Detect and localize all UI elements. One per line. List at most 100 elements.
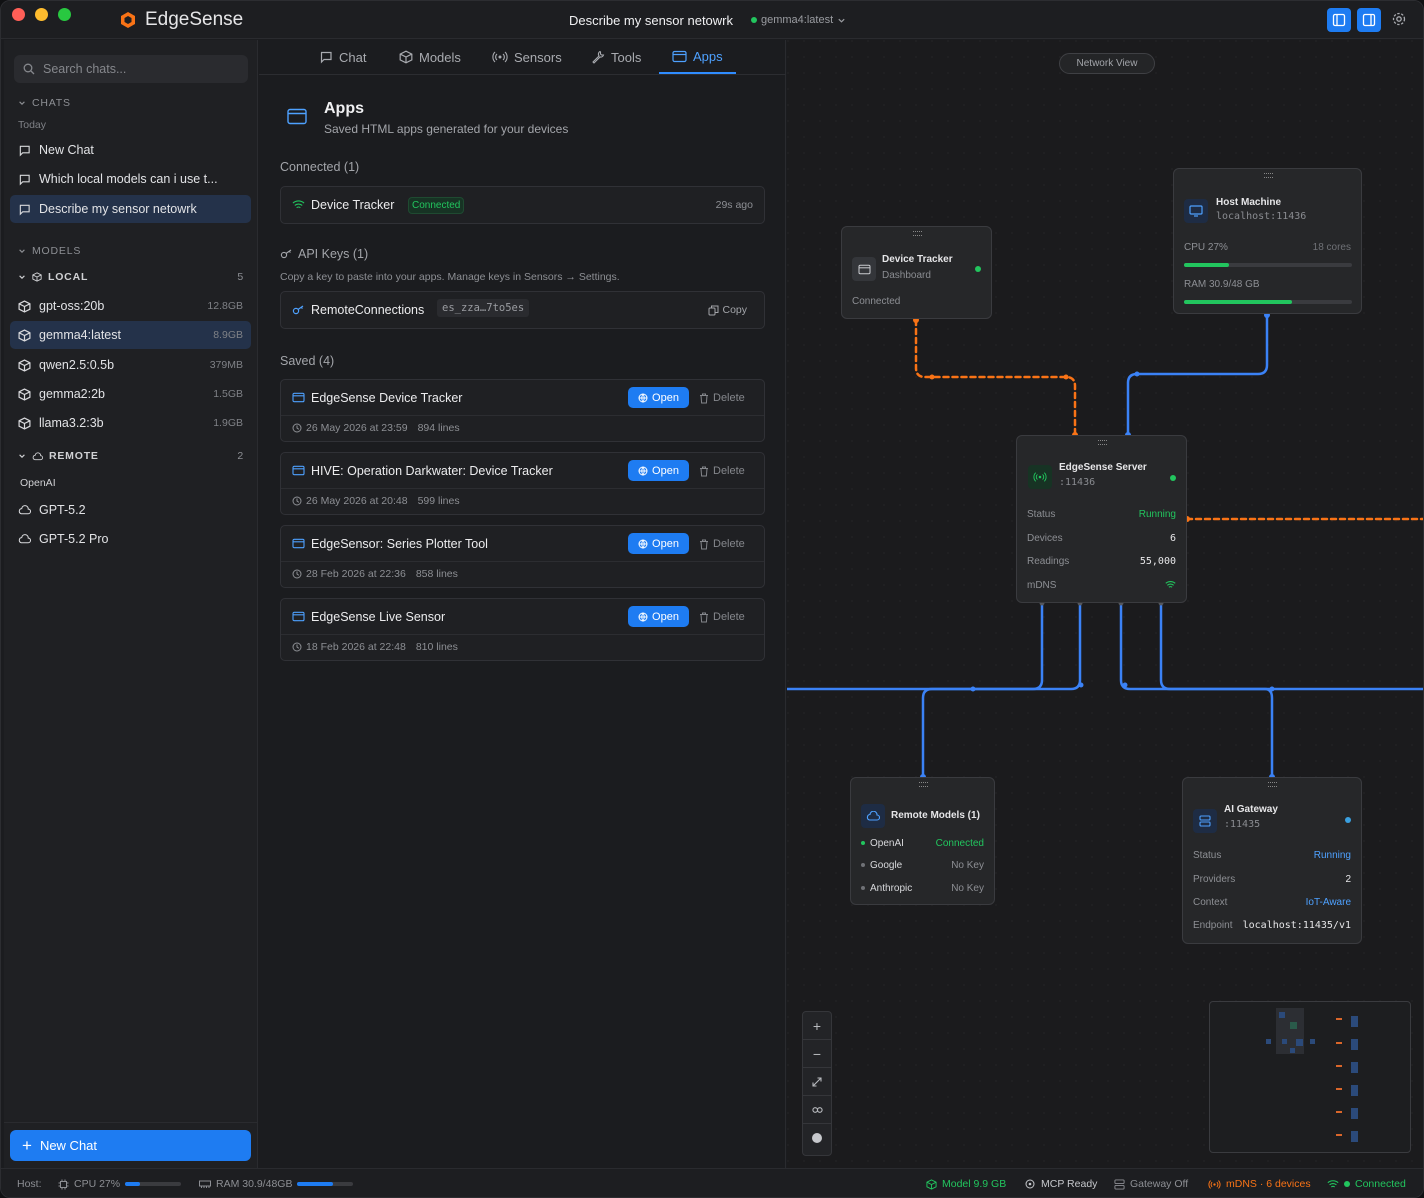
window-icon: [292, 538, 305, 549]
chat-bubble-icon: [19, 204, 30, 215]
tab-label: Sensors: [514, 49, 562, 65]
trash-icon: [700, 393, 708, 403]
cube-icon: [32, 272, 42, 282]
mdns-status[interactable]: mDNS · 6 devices: [1208, 1178, 1311, 1190]
drag-handle[interactable]: [1263, 173, 1273, 178]
network-canvas[interactable]: Network View Device Tracker Dashboard Co…: [787, 40, 1423, 1168]
gateway-status[interactable]: Gateway Off: [1114, 1178, 1188, 1190]
chevron-down-icon: [19, 275, 25, 279]
record-button[interactable]: [803, 1124, 831, 1152]
zoom-out-button[interactable]: −: [803, 1040, 831, 1068]
chat-bubble-icon: [19, 174, 30, 185]
drag-handle[interactable]: [918, 782, 928, 787]
chats-section-header[interactable]: CHATS: [18, 97, 71, 109]
delete-app-button[interactable]: Delete: [699, 538, 745, 550]
cpu-status-fill: [125, 1182, 141, 1186]
chat-item-selected[interactable]: Describe my sensor netowrk: [10, 195, 251, 223]
tab-tools[interactable]: Tools: [591, 40, 641, 74]
connected-section-label: Connected (1): [280, 160, 360, 174]
host-machine-node[interactable]: Host Machine localhost:11436 CPU 27% 18 …: [1173, 168, 1362, 314]
row-label: Providers: [1193, 874, 1236, 885]
new-chat-button[interactable]: + New Chat: [10, 1130, 251, 1161]
search-input[interactable]: Search chats...: [14, 55, 248, 83]
chat-item[interactable]: New Chat: [10, 136, 251, 164]
tab-models[interactable]: Models: [399, 40, 461, 74]
models-section-header[interactable]: MODELS: [18, 245, 81, 257]
local-model-item[interactable]: gemma4:latest 8.9GB: [10, 321, 251, 349]
model-status[interactable]: Model 9.9 GB: [926, 1178, 1006, 1190]
tab-sensors[interactable]: Sensors: [492, 40, 562, 74]
settings-button[interactable]: [1391, 11, 1407, 27]
tab-label: Chat: [339, 49, 367, 65]
ram-bar: [1184, 300, 1352, 304]
trash-icon: [700, 539, 708, 549]
toggle-left-panel-button[interactable]: [1327, 8, 1351, 32]
mcp-status[interactable]: MCP Ready: [1024, 1178, 1097, 1190]
saved-app-date: 26 May 2026 at 23:59: [306, 422, 408, 434]
saved-app-meta: 26 May 2026 at 23:59 894 lines: [292, 422, 460, 434]
drag-handle[interactable]: [1268, 782, 1277, 787]
chat-item-label: New Chat: [39, 143, 94, 157]
connection-status[interactable]: Connected: [1327, 1178, 1406, 1190]
link-button[interactable]: [803, 1096, 831, 1124]
chat-item[interactable]: Which local models can i use t...: [10, 165, 251, 193]
open-app-button[interactable]: Open: [628, 460, 689, 481]
chat-item-label: Describe my sensor netowrk: [39, 202, 197, 216]
copy-key-button[interactable]: Copy: [708, 304, 747, 316]
row-value: 6: [1169, 533, 1176, 544]
zoom-window-button[interactable]: [58, 8, 71, 21]
row-label: Context: [1193, 897, 1228, 908]
local-count: 5: [237, 271, 244, 283]
fit-view-button[interactable]: [803, 1068, 831, 1096]
window-icon: [672, 50, 687, 62]
model-name: gemma2:2b: [39, 387, 106, 401]
device-tracker-node[interactable]: Device Tracker Dashboard Connected: [841, 226, 992, 319]
drag-handle[interactable]: [912, 231, 922, 236]
open-app-button[interactable]: Open: [628, 387, 689, 408]
row-label: Endpoint: [1193, 920, 1233, 931]
cube-icon: [399, 50, 413, 64]
drag-handle[interactable]: [1097, 440, 1107, 445]
remote-model-item[interactable]: GPT-5.2: [10, 496, 251, 524]
broadcast-icon: [1208, 1179, 1221, 1189]
zoom-in-button[interactable]: +: [803, 1012, 831, 1040]
local-model-item[interactable]: qwen2.5:0.5b 379MB: [10, 351, 251, 379]
local-model-item[interactable]: llama3.2:3b 1.9GB: [10, 409, 251, 437]
delete-app-button[interactable]: Delete: [699, 465, 745, 477]
remote-models-node[interactable]: Remote Models (1) OpenAI Connected Google…: [850, 777, 995, 905]
title-bar: EdgeSense Describe my sensor netowrk gem…: [1, 1, 1423, 39]
provider-row: Google No Key: [861, 860, 984, 871]
ai-gateway-node[interactable]: AI Gateway :11435 Status Running Provider…: [1182, 777, 1362, 944]
tab-apps[interactable]: Apps: [659, 40, 736, 74]
local-model-item[interactable]: gemma2:2b 1.5GB: [10, 380, 251, 408]
provider-name: OpenAI: [870, 838, 904, 849]
open-app-button[interactable]: Open: [628, 533, 689, 554]
expand-icon: [812, 1076, 822, 1087]
model-selector[interactable]: gemma4:latest: [751, 14, 846, 26]
row-label: Status: [1027, 509, 1056, 520]
chat-title: Describe my sensor netowrk: [569, 13, 733, 28]
close-window-button[interactable]: [12, 8, 25, 21]
window-icon: [292, 465, 305, 476]
delete-app-button[interactable]: Delete: [699, 611, 745, 623]
remote-model-item[interactable]: GPT-5.2 Pro: [10, 525, 251, 553]
local-group-header[interactable]: LOCAL 5: [18, 271, 244, 283]
toggle-right-panel-button[interactable]: [1357, 8, 1381, 32]
remote-group-header[interactable]: REMOTE 2: [18, 450, 244, 462]
minimize-window-button[interactable]: [35, 8, 48, 21]
local-model-item[interactable]: gpt-oss:20b 12.8GB: [10, 292, 251, 320]
tab-chat[interactable]: Chat: [319, 40, 366, 74]
chip-icon: [58, 1179, 69, 1189]
open-label: Open: [652, 391, 679, 404]
delete-app-button[interactable]: Delete: [699, 392, 745, 404]
open-app-button[interactable]: Open: [628, 606, 689, 627]
connected-app-name: Device Tracker: [311, 198, 395, 212]
status-dot: [861, 841, 865, 846]
connected-time: 29s ago: [715, 199, 753, 211]
chat-bubble-icon: [19, 145, 30, 156]
connected-app-card[interactable]: Device Tracker Connected 29s ago: [280, 186, 765, 224]
api-key-card: RemoteConnections es_zza…7to5es Copy: [280, 291, 765, 329]
ram-status: RAM 30.9/48GB: [199, 1178, 354, 1190]
edgesense-server-node[interactable]: EdgeSense Server :11436 Status Running De…: [1016, 435, 1187, 603]
minimap[interactable]: [1209, 1001, 1411, 1153]
